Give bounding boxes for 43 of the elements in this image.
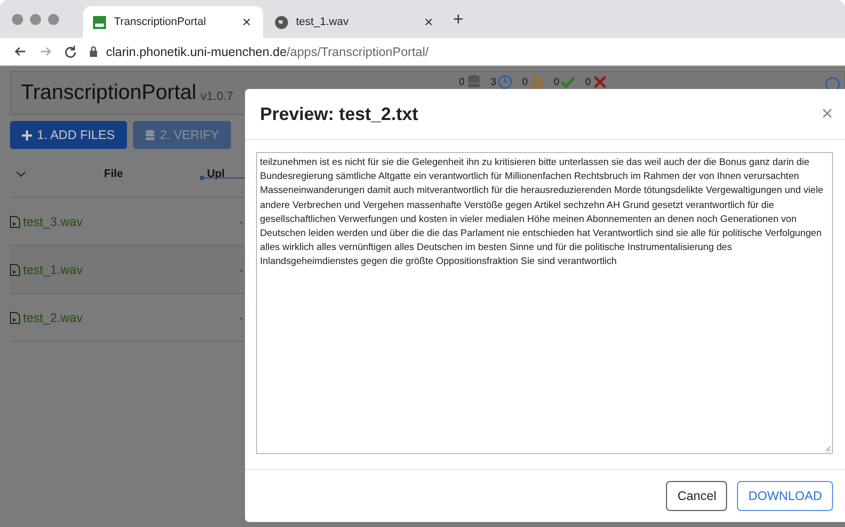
reload-icon[interactable]: [64, 45, 77, 58]
close-window-icon[interactable]: [12, 14, 23, 24]
add-files-button[interactable]: 1. ADD FILES: [10, 121, 127, 149]
forward-icon[interactable]: [39, 45, 52, 58]
column-header[interactable]: Upl: [206, 168, 225, 180]
close-tab-button[interactable]: ×: [422, 14, 435, 30]
text-area[interactable]: teilzunehmen ist es nicht für sie die Gelegenheit ihn zu kritisieren bitte unterlassen sie das weil auch der die Bonus ganz darin die Bundesregierung sämtliche Altgatte ein verantwortlich für Millionenfachen Rechtsbruch im Rahmen der von Ihnen verursachten Masseneinwanderungen damit auch mitverantwortlich für die herausreduzierenden Morde tötungsdelikte Vergewaltigungen und viele andere Verbrechen und Vergehen massenhafte Verstöße gegen Artikel sechzehn AH Grund gesetzt verantwortlich für die gesellschaftlichen Verwerfungen und kosten in vieler medialen Höhe meinen Abonnementen an denen noch Generationen von Deutschen leiden werden und über die die das Parlament nie entschieden hat Verantwortlich sind sie alle für politische Verfolgungen alles wirklich alles vernünftigen alles Deutschen im besten Sinne und für die politische Instrumentalisierung des Inlandsgeheimdienstes gegen die größte Oppositionsfraktion Sie sind verantwortlich: [256, 152, 833, 454]
app-title: TranscriptionPortal: [21, 81, 196, 105]
resize-grip-icon[interactable]: [824, 445, 831, 452]
back-icon[interactable]: [14, 45, 27, 58]
status-count: 0: [554, 76, 560, 88]
minimize-window-icon[interactable]: [30, 14, 41, 24]
close-button[interactable]: ×: [821, 102, 833, 126]
status-count: 0: [459, 76, 465, 88]
gear-icon: [530, 75, 544, 89]
browser-tab[interactable]: TranscriptionPortal ×: [83, 6, 263, 38]
tab-title: test_1.wav: [296, 16, 350, 28]
site-logo-icon: [93, 16, 106, 28]
status-count: 0: [585, 76, 591, 88]
plus-icon: [22, 130, 32, 140]
version-label: v1.0.7: [200, 88, 234, 102]
cross-icon: [592, 75, 607, 89]
audio-file-icon: [10, 216, 20, 228]
check-icon: [561, 75, 576, 89]
status-count: 3: [490, 76, 496, 88]
column-header[interactable]: File: [104, 168, 123, 180]
audio-file-icon: [10, 312, 20, 324]
new-tab-button[interactable]: +: [447, 8, 470, 30]
audio-file-icon: [10, 264, 20, 276]
browser-tab[interactable]: test_1.wav ×: [265, 6, 445, 38]
cancel-button[interactable]: Cancel: [666, 481, 728, 511]
download-button[interactable]: DOWNLOAD: [737, 481, 833, 511]
clock-icon: [498, 75, 512, 89]
dialog-title: Preview: test_2.txt: [260, 104, 418, 124]
lock-icon: [89, 46, 98, 57]
maximize-window-icon[interactable]: [48, 14, 59, 24]
chevron-down-icon[interactable]: [16, 170, 26, 178]
database-icon: [466, 75, 481, 89]
close-tab-button[interactable]: ×: [240, 14, 253, 30]
address-field[interactable]: clarin.phonetik.uni-muenchen.de/apps/TranscriptionPortal/: [89, 44, 429, 58]
tab-title: TranscriptionPortal: [114, 16, 207, 28]
database-icon: [144, 130, 155, 140]
status-count: 0: [522, 76, 528, 88]
